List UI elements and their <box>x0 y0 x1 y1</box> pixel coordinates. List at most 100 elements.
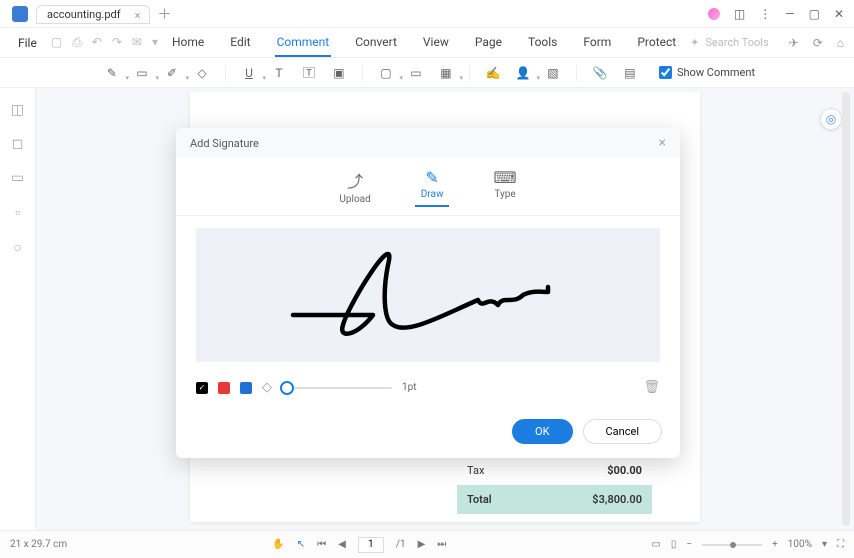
zoom-slider[interactable] <box>702 544 762 546</box>
stamp-tool[interactable]: ▦ <box>433 62 459 84</box>
color-blue[interactable] <box>240 382 252 394</box>
separator <box>225 65 226 81</box>
text-tool[interactable]: T <box>266 62 292 84</box>
mail-icon[interactable]: ✉ <box>132 35 142 50</box>
bookmark-icon[interactable]: ◻ <box>12 136 24 152</box>
prev-page-icon[interactable]: ◀ <box>338 539 346 550</box>
print-icon[interactable]: ⎙ <box>72 35 82 50</box>
measure-tool[interactable]: ▧ <box>540 62 566 84</box>
main-menu: Home Edit Comment Convert View Page Tool… <box>170 29 678 57</box>
cancel-button[interactable]: Cancel <box>583 419 662 444</box>
pencil-tool[interactable]: ✐ <box>159 62 185 84</box>
clear-signature-icon[interactable]: 🗑 <box>643 380 660 395</box>
menu-view[interactable]: View <box>421 29 451 57</box>
modal-header: Add Signature × <box>176 128 680 158</box>
menu-dots-icon[interactable]: ⋮ <box>759 7 771 21</box>
comment-list-icon[interactable]: ▭ <box>11 170 24 186</box>
signature-tab-type[interactable]: ⌨ Type <box>487 166 522 207</box>
user-avatar-icon[interactable] <box>708 8 720 20</box>
signature-tab-draw[interactable]: ✎ Draw <box>415 166 450 207</box>
tab-close-icon[interactable]: × <box>135 9 141 22</box>
comments-panel-tool[interactable]: ▤ <box>617 62 643 84</box>
menu-form[interactable]: Form <box>581 29 613 57</box>
shape-tool[interactable]: ▢ <box>373 62 399 84</box>
add-user-tool[interactable]: 👤 <box>510 62 536 84</box>
color-black[interactable]: ✓ <box>196 382 208 394</box>
color-red[interactable] <box>218 382 230 394</box>
zoom-in-icon[interactable]: + <box>772 539 778 550</box>
show-comment-toggle[interactable]: Show Comment <box>659 66 755 79</box>
zoom-out-icon[interactable]: − <box>686 539 692 550</box>
invoice-value: $00.00 <box>607 464 642 477</box>
attachment-list-icon[interactable]: ▫ <box>15 204 20 221</box>
undo-icon[interactable]: ↶ <box>92 35 102 50</box>
next-page-icon[interactable]: ▶ <box>418 539 426 550</box>
app-icon <box>12 6 28 22</box>
modal-title: Add Signature <box>190 137 259 150</box>
highlight-tool[interactable]: ▭ <box>129 62 155 84</box>
ok-button[interactable]: OK <box>512 419 572 444</box>
last-page-icon[interactable]: ⏭ <box>437 539 446 550</box>
page-dimensions: 21 x 29.7 cm <box>10 539 67 550</box>
tab-label: Type <box>494 189 515 200</box>
signature-tool[interactable]: ✍ <box>480 62 506 84</box>
cloud-icon[interactable]: ⟳ <box>813 36 823 50</box>
tab-label: accounting.pdf <box>47 8 121 21</box>
zoom-value[interactable]: 100% <box>788 539 812 550</box>
textbox-tool[interactable]: 🅃 <box>296 62 322 84</box>
callout-tool[interactable]: ▭ <box>403 62 429 84</box>
eraser-tool[interactable]: ◇ <box>189 62 215 84</box>
file-menu[interactable]: File <box>10 32 45 54</box>
signature-tab-upload[interactable]: ⤴ Upload <box>333 166 376 207</box>
minimize-icon[interactable]: — <box>785 7 794 21</box>
redo-icon[interactable]: ↷ <box>112 35 122 50</box>
zoom-dropdown-icon[interactable]: ▾ <box>822 539 827 550</box>
underline-tool[interactable]: U <box>236 62 262 84</box>
modal-close-icon[interactable]: × <box>659 135 666 151</box>
note-tool[interactable]: ✎ <box>99 62 125 84</box>
menu-edit[interactable]: Edit <box>228 29 252 57</box>
window-controls: ◫ ⋮ — ▢ ✕ <box>708 7 854 21</box>
menu-bar: File ▢ ⎙ ↶ ↷ ✉ ▾ Home Edit Comment Conve… <box>0 28 854 58</box>
search-panel-icon[interactable]: ○ <box>13 239 21 256</box>
menubar-right-icons: ✈ ⟳ ⌂ <box>789 36 844 50</box>
quick-access-bar: ▢ ⎙ ↶ ↷ ✉ ▾ <box>51 35 158 50</box>
hand-tool-icon[interactable]: ✋ <box>272 539 284 550</box>
eraser-button[interactable]: ◇ <box>262 380 272 395</box>
menu-page[interactable]: Page <box>473 29 504 57</box>
thumbnails-icon[interactable]: ◫ <box>11 102 24 118</box>
quick-dropdown-icon[interactable]: ▾ <box>152 35 158 50</box>
menu-tools[interactable]: Tools <box>526 29 559 57</box>
menu-comment[interactable]: Comment <box>275 29 332 57</box>
fit-width-icon[interactable]: ▭ <box>651 539 660 550</box>
scrollbar[interactable] <box>842 92 850 526</box>
page-number-input[interactable] <box>358 537 384 553</box>
save-icon[interactable]: ▢ <box>51 35 62 50</box>
keyboard-icon: ⌨ <box>493 168 516 187</box>
close-window-icon[interactable]: ✕ <box>834 7 844 21</box>
first-page-icon[interactable]: ⏮ <box>317 539 326 550</box>
select-tool-icon[interactable]: ↖ <box>297 539 305 550</box>
add-tab-button[interactable]: ＋ <box>158 4 172 24</box>
thickness-slider[interactable] <box>282 387 392 389</box>
notification-icon[interactable]: ◫ <box>734 7 745 21</box>
signature-canvas[interactable] <box>196 228 660 362</box>
search-tools[interactable]: ✦ Search Tools <box>690 36 768 49</box>
maximize-icon[interactable]: ▢ <box>809 7 820 21</box>
draw-icon: ✎ <box>425 168 438 187</box>
send-icon[interactable]: ✈ <box>789 36 799 50</box>
menu-protect[interactable]: Protect <box>635 29 678 57</box>
floating-assistant-icon[interactable]: ◎ <box>820 108 842 130</box>
modal-footer: OK Cancel <box>176 409 680 458</box>
menu-convert[interactable]: Convert <box>353 29 399 57</box>
fit-page-icon[interactable]: ▯ <box>671 539 677 550</box>
status-bar: 21 x 29.7 cm ✋ ↖ ⏮ ◀ /1 ▶ ⏭ ▭ ▯ − + 100%… <box>0 530 854 558</box>
home-icon[interactable]: ⌂ <box>837 36 844 50</box>
show-comment-checkbox[interactable] <box>659 66 672 79</box>
page-total: /1 <box>396 539 406 550</box>
document-tab[interactable]: accounting.pdf × <box>36 5 150 24</box>
fullscreen-icon[interactable]: ⛶ <box>837 539 844 550</box>
attachment-tool[interactable]: 📎 <box>587 62 613 84</box>
area-highlight-tool[interactable]: ▣ <box>326 62 352 84</box>
menu-home[interactable]: Home <box>170 29 206 57</box>
